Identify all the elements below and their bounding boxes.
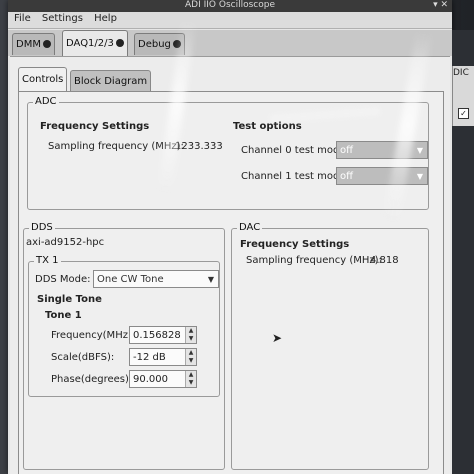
channel1-test-mode-label: Channel 1 test mode: [241, 171, 349, 182]
adc-legend: ADC [33, 96, 59, 107]
dac-sampling-frequency-value: 4.818 [370, 255, 399, 266]
tone-frequency-label: Frequency(MHz): [51, 330, 136, 341]
menu-settings[interactable]: Settings [38, 12, 87, 25]
spin-down-icon[interactable]: ▼ [186, 335, 196, 343]
tab-block-diagram[interactable]: Block Diagram [70, 70, 152, 92]
channel0-test-mode-label: Channel 0 test mode: [241, 145, 349, 156]
tx1-group: TX 1 DDS Mode: One CW Tone ▼ Single Tone … [28, 255, 220, 397]
channel0-test-mode-select[interactable]: off ▼ [336, 141, 428, 159]
channel1-test-mode-value: off [340, 171, 354, 182]
controls-page: ADC Frequency Settings Sampling frequenc… [18, 91, 444, 474]
plugin-tab-bar: DMM DAQ1/2/3 Debug [8, 30, 452, 56]
chevron-down-icon: ▼ [416, 146, 423, 155]
plugin-panel: Controls Block Diagram ADC Frequency Set… [10, 56, 450, 474]
channel0-test-mode-value: off [340, 145, 354, 156]
spin-up-icon[interactable]: ▲ [186, 349, 196, 357]
menu-bar: File Settings Help [8, 12, 452, 29]
dds-mode-value: One CW Tone [97, 274, 164, 285]
tab-dmm[interactable]: DMM [12, 33, 55, 55]
close-tab-icon[interactable] [115, 39, 124, 47]
close-tab-icon[interactable] [172, 40, 181, 48]
dds-group: DDS axi-ad9152-hpc TX 1 DDS Mode: One CW… [23, 222, 225, 470]
mouse-cursor-icon: ➤ [272, 331, 283, 345]
dac-frequency-settings-title: Frequency Settings [240, 239, 350, 250]
dac-sampling-frequency-label: Sampling frequency (MHz): [246, 255, 382, 266]
chevron-down-icon: ▼ [207, 275, 214, 284]
checkbox-icon[interactable]: ✓ [458, 108, 469, 119]
tab-controls[interactable]: Controls [18, 67, 68, 92]
tab-dmm-label: DMM [16, 39, 41, 50]
dac-legend: DAC [237, 222, 263, 233]
tab-daq[interactable]: DAQ1/2/3 [62, 30, 128, 56]
tone-scale-value: -12 dB [133, 352, 166, 363]
channel1-test-mode-select[interactable]: off ▼ [336, 167, 428, 185]
tab-block-diagram-label: Block Diagram [74, 76, 148, 87]
window-title: ADI IIO Oscilloscope [185, 0, 275, 10]
tx1-legend: TX 1 [34, 255, 61, 266]
app-window: ADI IIO Oscilloscope ▾ ✕ File Settings H… [8, 0, 452, 474]
tone-phase-spinbox[interactable]: 90.000 ▲ ▼ [129, 370, 197, 388]
dac-group: DAC Frequency Settings Sampling frequenc… [231, 222, 429, 470]
background-window-fragment: DIC ✓ [452, 30, 474, 474]
spin-down-icon[interactable]: ▼ [186, 357, 196, 365]
tab-debug[interactable]: Debug [134, 33, 185, 55]
adc-sampling-frequency-label: Sampling frequency (MHz): [48, 141, 184, 152]
tone-scale-label: Scale(dBFS): [51, 352, 115, 363]
spin-up-icon[interactable]: ▲ [186, 327, 196, 335]
spin-down-icon[interactable]: ▼ [186, 379, 196, 387]
close-tab-icon[interactable] [42, 40, 51, 48]
dds-device-name: axi-ad9152-hpc [26, 237, 105, 248]
chevron-down-icon: ▼ [416, 172, 423, 181]
tone-frequency-value: 0.156828 [133, 330, 181, 341]
title-bar: ADI IIO Oscilloscope ▾ ✕ [8, 0, 452, 12]
adc-group: ADC Frequency Settings Sampling frequenc… [27, 96, 429, 210]
tone-frequency-spinbox[interactable]: 0.156828 ▲ ▼ [129, 326, 197, 344]
window-controls-icon[interactable]: ▾ ✕ [433, 0, 448, 10]
spin-up-icon[interactable]: ▲ [186, 371, 196, 379]
menu-file[interactable]: File [8, 12, 35, 25]
tone-scale-spinbox[interactable]: -12 dB ▲ ▼ [129, 348, 197, 366]
tab-daq-label: DAQ1/2/3 [66, 38, 114, 49]
adc-frequency-settings-title: Frequency Settings [40, 121, 150, 132]
tone1-title: Tone 1 [45, 310, 82, 321]
background-window-text: DIC [453, 68, 469, 78]
test-options-title: Test options [233, 121, 302, 132]
dds-mode-label: DDS Mode: [35, 274, 91, 285]
single-tone-title: Single Tone [37, 294, 102, 305]
tab-controls-label: Controls [22, 74, 64, 85]
adc-sampling-frequency-value: 1233.333 [175, 141, 223, 152]
tone-phase-value: 90.000 [133, 374, 168, 385]
tab-debug-label: Debug [138, 39, 171, 50]
dds-mode-select[interactable]: One CW Tone ▼ [93, 270, 219, 288]
tone-phase-label: Phase(degrees): [51, 374, 133, 385]
dds-legend: DDS [29, 222, 55, 233]
menu-help[interactable]: Help [90, 12, 121, 25]
